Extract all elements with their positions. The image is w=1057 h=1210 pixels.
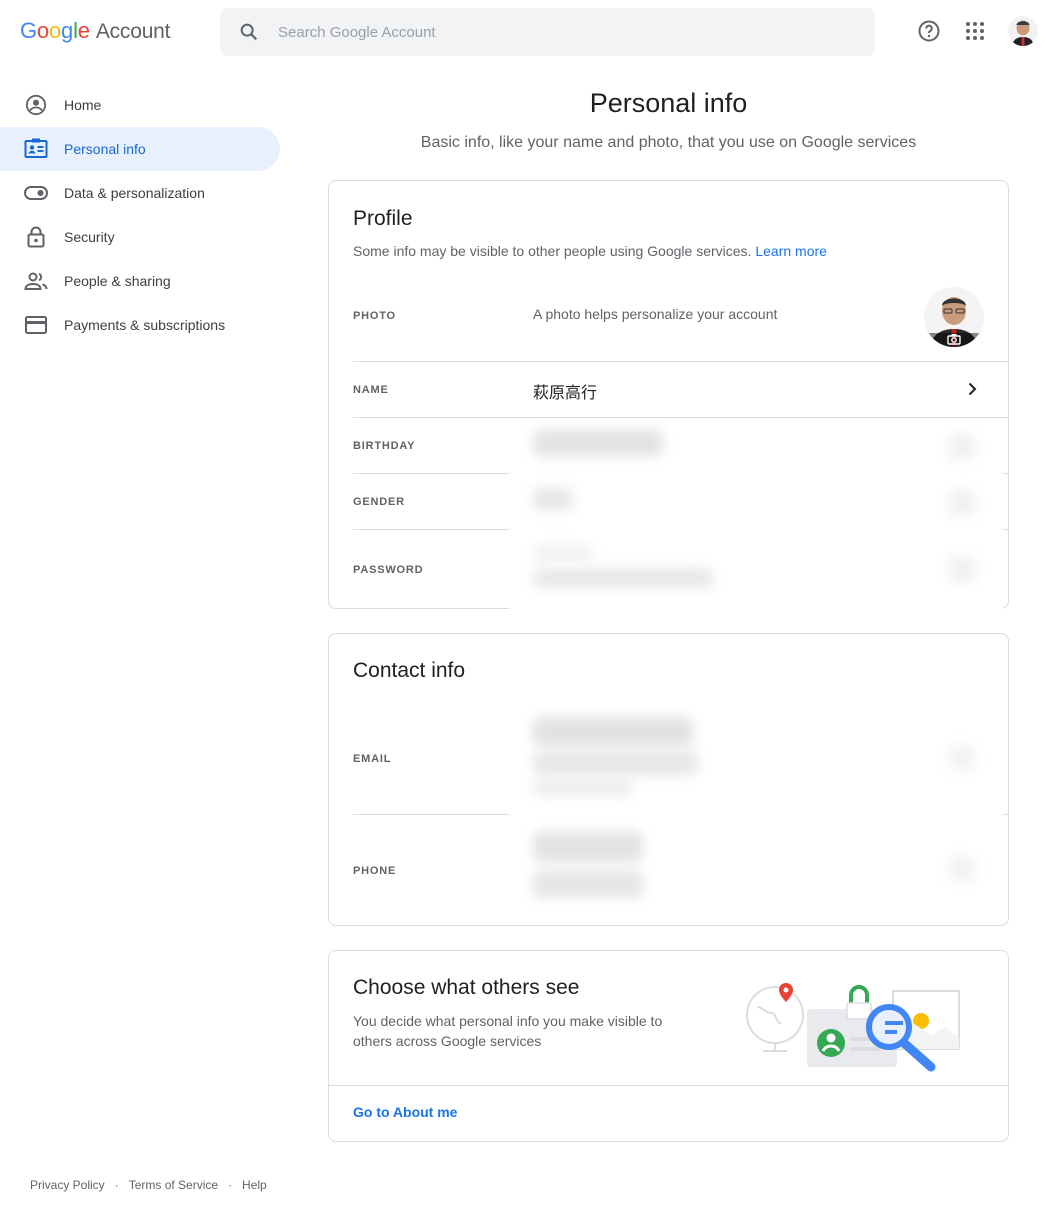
privacy-policy-link[interactable]: Privacy Policy [30,1178,105,1192]
sidebar-item-label: Payments & subscriptions [64,317,226,333]
redacted-block [949,490,975,516]
redacted-block [949,556,975,582]
sidebar-item-security[interactable]: Security [0,215,280,259]
sidebar-item-home[interactable]: Home [0,83,280,127]
about-title: Choose what others see [353,976,580,999]
redacted-block [949,745,975,771]
about-card: Choose what others see You decide what p… [328,950,1009,1142]
logo-letter: e [77,18,90,43]
help-link[interactable]: Help [242,1178,267,1192]
redacted-region [509,814,1003,919]
search-icon[interactable] [238,21,260,43]
name-row[interactable]: NAME 萩原高行 [353,361,1008,418]
profile-desc-text: Some info may be visible to other people… [353,243,752,259]
logo-letter: g [61,18,74,43]
search-bar[interactable] [220,8,875,56]
photo-row[interactable]: PHOTO A photo helps personalize your acc… [353,277,1008,361]
sidebar-item-label: Personal info [64,141,146,157]
apps-grid-icon[interactable] [962,18,988,44]
contact-title: Contact info [353,659,466,682]
app-header: Google Account [0,0,1057,64]
redacted-block [949,856,975,882]
name-label: NAME [353,384,389,396]
profile-title: Profile [353,207,413,230]
account-wordmark: Account [95,20,171,43]
redacted-block [533,430,663,456]
sidebar-item-people-sharing[interactable]: People & sharing [0,259,280,303]
privacy-illustration [743,977,963,1073]
redacted-block [533,488,573,510]
password-label: PASSWORD [353,564,424,576]
learn-more-link[interactable]: Learn more [755,243,827,259]
account-avatar[interactable] [1008,16,1038,46]
go-to-about-me-link[interactable]: Go to About me [353,1104,457,1120]
redacted-region [509,418,1003,633]
account-circle-icon [24,93,48,117]
phone-label: PHONE [353,865,397,877]
redacted-block [533,717,693,747]
redacted-block [533,832,643,862]
logo-letter: G [20,18,37,43]
sidebar-item-label: Security [64,229,115,245]
sidebar-item-label: Home [64,97,102,113]
credit-card-icon [24,313,48,337]
redacted-block [533,568,713,588]
search-input[interactable] [276,22,840,42]
profile-description: Some info may be visible to other people… [353,243,827,259]
id-card-icon [24,137,48,161]
sidebar-item-label: People & sharing [64,273,171,289]
sidebar-item-payments[interactable]: Payments & subscriptions [0,303,280,347]
chevron-right-icon[interactable] [964,381,980,397]
google-wordmark: Google [20,18,90,44]
sidebar-item-data-personalization[interactable]: Data & personalization [0,171,280,215]
logo-letter: o [36,18,49,43]
logo-letter: o [48,18,62,43]
page-title: Personal info [589,88,748,118]
about-description: You decide what personal info you make v… [353,1013,663,1049]
sidebar-item-label: Data & personalization [64,185,205,201]
sidebar-nav: Home Personal info Data & personalizatio… [0,83,280,347]
redacted-block [533,779,633,795]
sidebar-item-personal-info[interactable]: Personal info [0,127,280,171]
lock-icon [24,225,48,249]
card-divider [329,1085,1008,1086]
redacted-block [533,870,643,898]
redacted-block [533,546,593,560]
footer-separator: · [228,1178,233,1192]
birthday-label: BIRTHDAY [353,440,416,452]
name-value: 萩原高行 [533,383,598,402]
camera-icon [947,334,961,345]
profile-photo[interactable] [924,287,984,347]
terms-of-service-link[interactable]: Terms of Service [129,1178,218,1192]
toggle-icon [24,181,48,205]
footer-separator: · [114,1178,119,1192]
page-subtitle: Basic info, like your name and photo, th… [420,134,917,151]
redacted-block [949,434,975,460]
email-label: EMAIL [353,753,392,765]
gender-label: GENDER [353,496,405,508]
photo-label: PHOTO [353,310,396,322]
redacted-block [533,751,698,775]
photo-hint: A photo helps personalize your account [533,306,778,322]
people-icon [24,269,48,293]
redacted-region [509,701,1003,813]
google-account-logo[interactable]: Google Account [20,18,170,44]
help-icon[interactable] [916,18,942,44]
footer: Privacy Policy · Terms of Service · Help [30,1178,267,1192]
